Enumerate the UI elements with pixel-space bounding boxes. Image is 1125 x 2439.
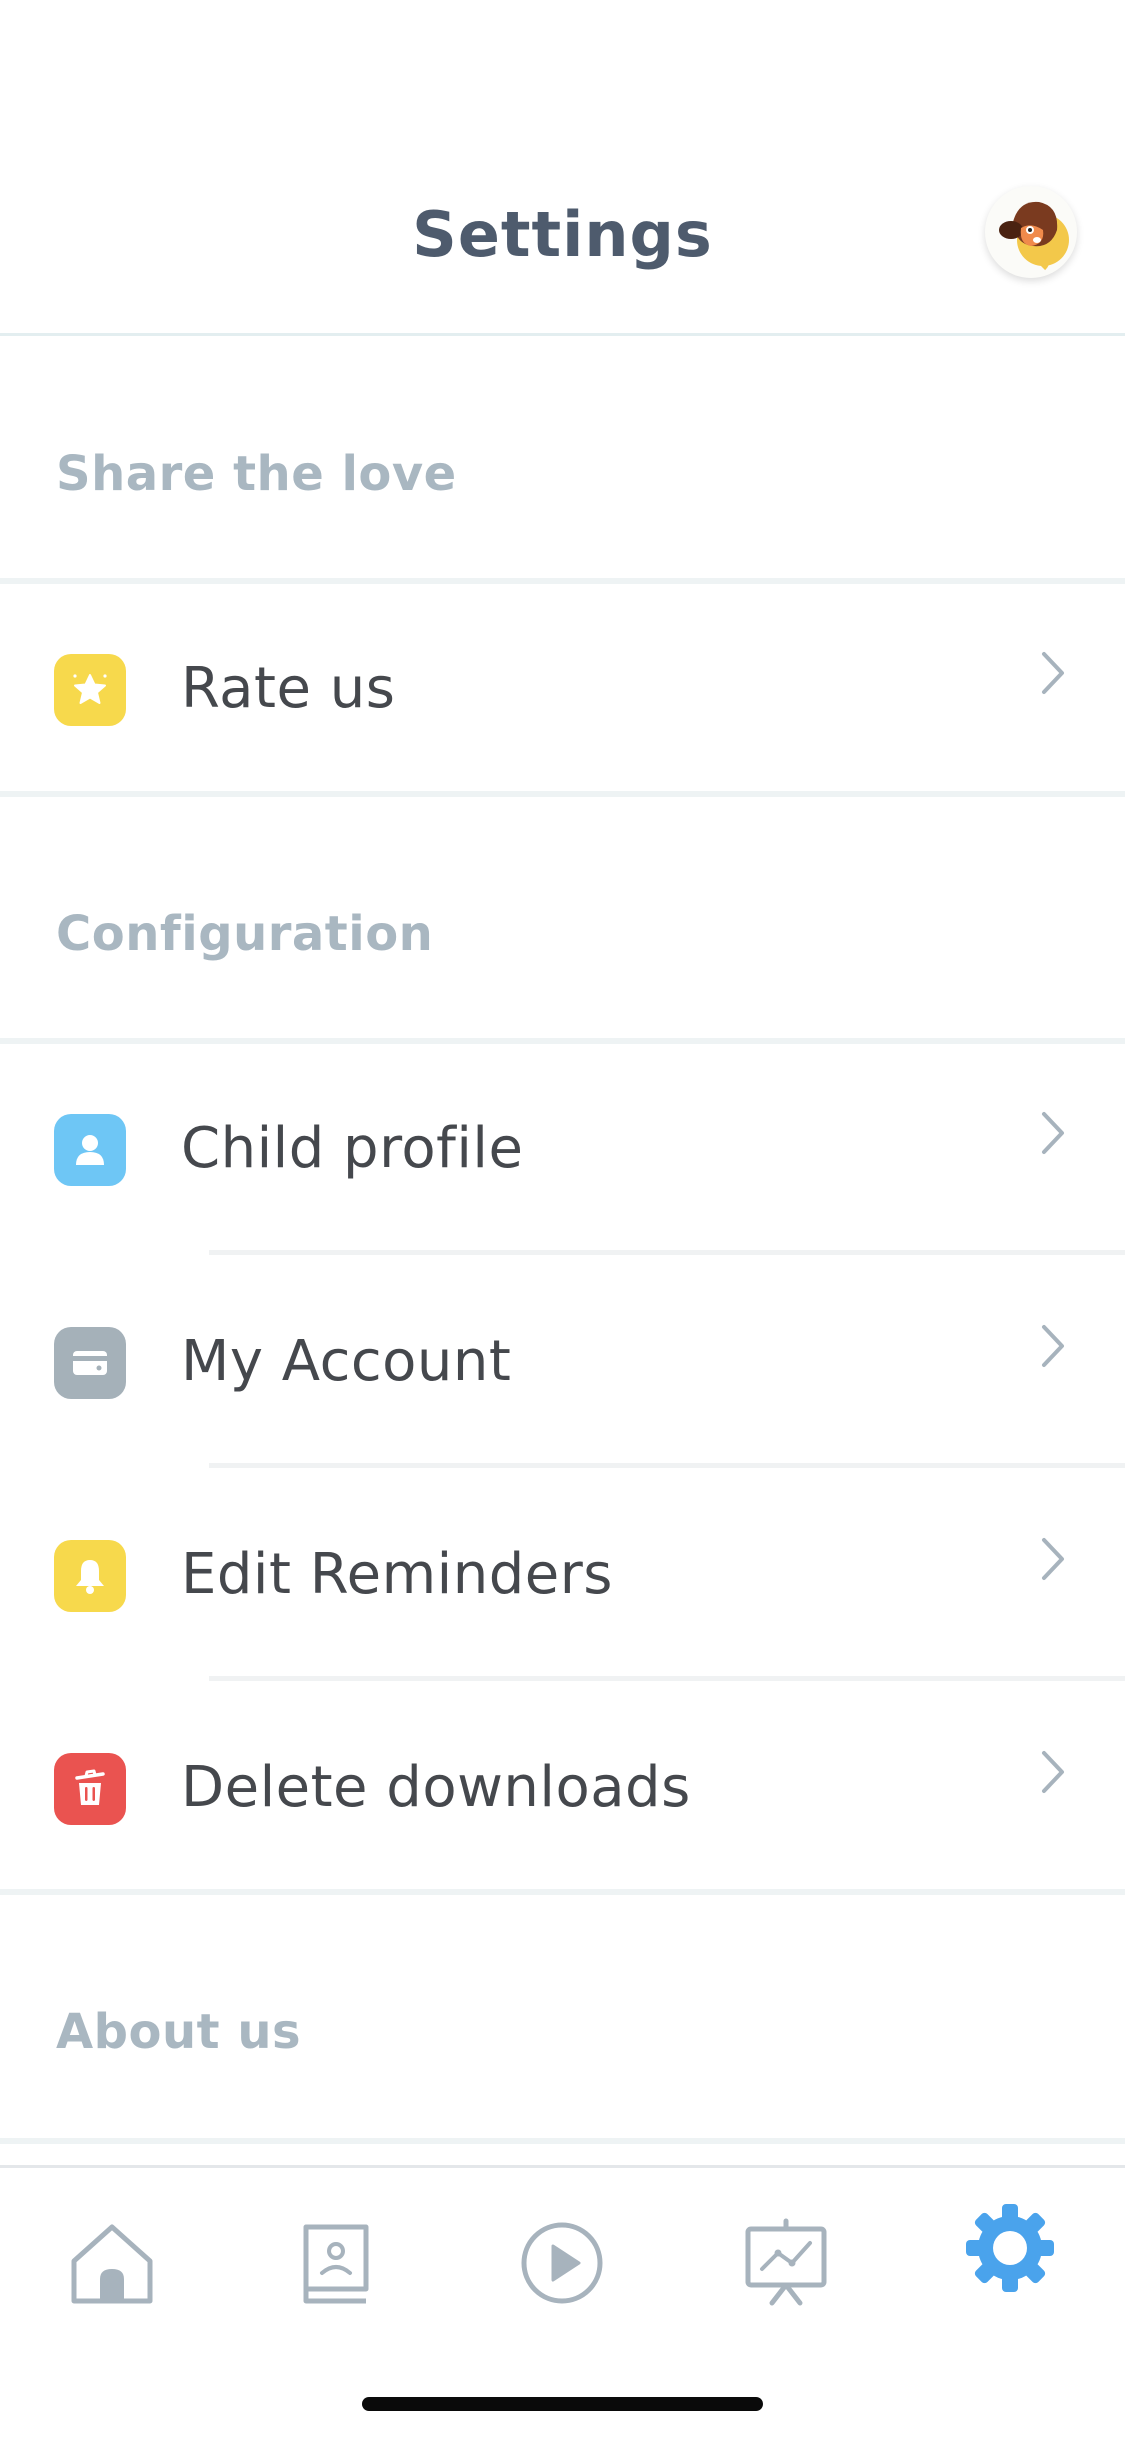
chevron-right-icon: [1038, 648, 1068, 698]
home-icon: [71, 2224, 153, 2304]
rate-us-label: Rate us: [181, 656, 396, 721]
chevron-right-icon: [1038, 1534, 1068, 1584]
book-profile-icon: [303, 2224, 369, 2304]
edit-reminders-label: Edit Reminders: [181, 1542, 613, 1607]
trash-icon: [54, 1753, 126, 1825]
delete-downloads-row[interactable]: Delete downloads: [0, 1683, 1125, 1896]
my-account-label: My Account: [181, 1329, 512, 1394]
delete-downloads-label: Delete downloads: [181, 1755, 691, 1820]
chevron-right-icon: [1038, 1108, 1068, 1158]
section-title-about: About us: [56, 2004, 302, 2060]
child-profile-icon: [54, 1114, 126, 1186]
rate-us-row[interactable]: Rate us: [0, 584, 1125, 797]
bell-icon: [54, 1540, 126, 1612]
section-about: About us: [0, 1895, 1125, 2138]
puppy-avatar-icon: [999, 201, 1069, 271]
gear-icon: [966, 2204, 1054, 2292]
play-icon: [521, 2222, 603, 2304]
header: Settings: [0, 0, 1125, 336]
row-divider: [209, 1676, 1125, 1681]
tab-play[interactable]: [507, 2208, 617, 2318]
row-divider: [209, 1463, 1125, 1468]
section-share: Share the love: [0, 336, 1125, 580]
section-title-share: Share the love: [56, 446, 457, 502]
child-profile-label: Child profile: [181, 1116, 524, 1181]
child-profile-row[interactable]: Child profile: [0, 1044, 1125, 1257]
avatar[interactable]: [985, 186, 1077, 278]
chevron-right-icon: [1038, 1321, 1068, 1371]
my-account-row[interactable]: My Account: [0, 1257, 1125, 1470]
page-title: Settings: [412, 198, 713, 271]
tab-home[interactable]: [57, 2208, 167, 2318]
tab-library[interactable]: [281, 2208, 391, 2318]
credit-card-icon: [54, 1327, 126, 1399]
edit-reminders-row[interactable]: Edit Reminders: [0, 1470, 1125, 1683]
row-divider: [209, 1250, 1125, 1255]
section-configuration: Configuration: [0, 797, 1125, 1040]
section-divider: [0, 2138, 1125, 2144]
home-indicator[interactable]: [362, 2397, 763, 2411]
chevron-right-icon: [1038, 1747, 1068, 1797]
section-title-configuration: Configuration: [56, 906, 434, 962]
tab-settings[interactable]: [955, 2193, 1065, 2303]
star-badge-icon: [54, 654, 126, 726]
chart-board-icon: [745, 2218, 827, 2306]
tab-progress[interactable]: [731, 2208, 841, 2318]
